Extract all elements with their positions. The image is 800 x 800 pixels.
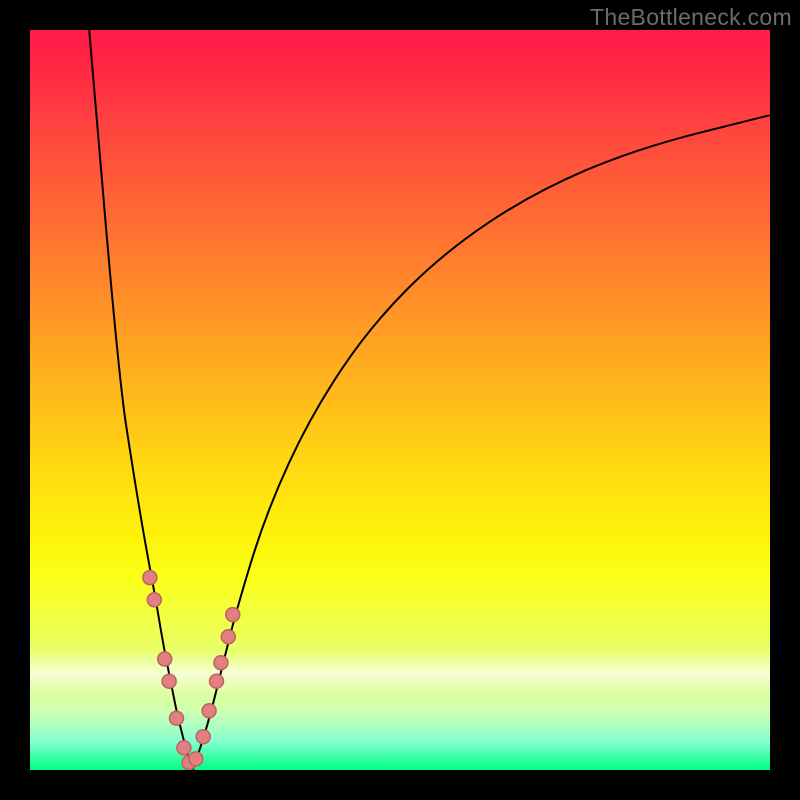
data-point <box>177 741 191 755</box>
chart-svg <box>30 30 770 770</box>
curve-left-branch <box>89 30 193 770</box>
data-point <box>189 752 203 766</box>
data-points <box>143 571 240 770</box>
watermark-text: TheBottleneck.com <box>590 4 792 31</box>
data-point <box>214 656 228 670</box>
data-point <box>143 571 157 585</box>
data-point <box>202 704 216 718</box>
curve-right-branch <box>193 115 770 770</box>
data-point <box>158 652 172 666</box>
plot-area <box>30 30 770 770</box>
chart-frame: TheBottleneck.com <box>0 0 800 800</box>
data-point <box>170 711 184 725</box>
data-point <box>210 674 224 688</box>
data-point <box>226 608 240 622</box>
data-point <box>162 674 176 688</box>
data-point <box>221 630 235 644</box>
data-point <box>147 593 161 607</box>
data-point <box>196 730 210 744</box>
